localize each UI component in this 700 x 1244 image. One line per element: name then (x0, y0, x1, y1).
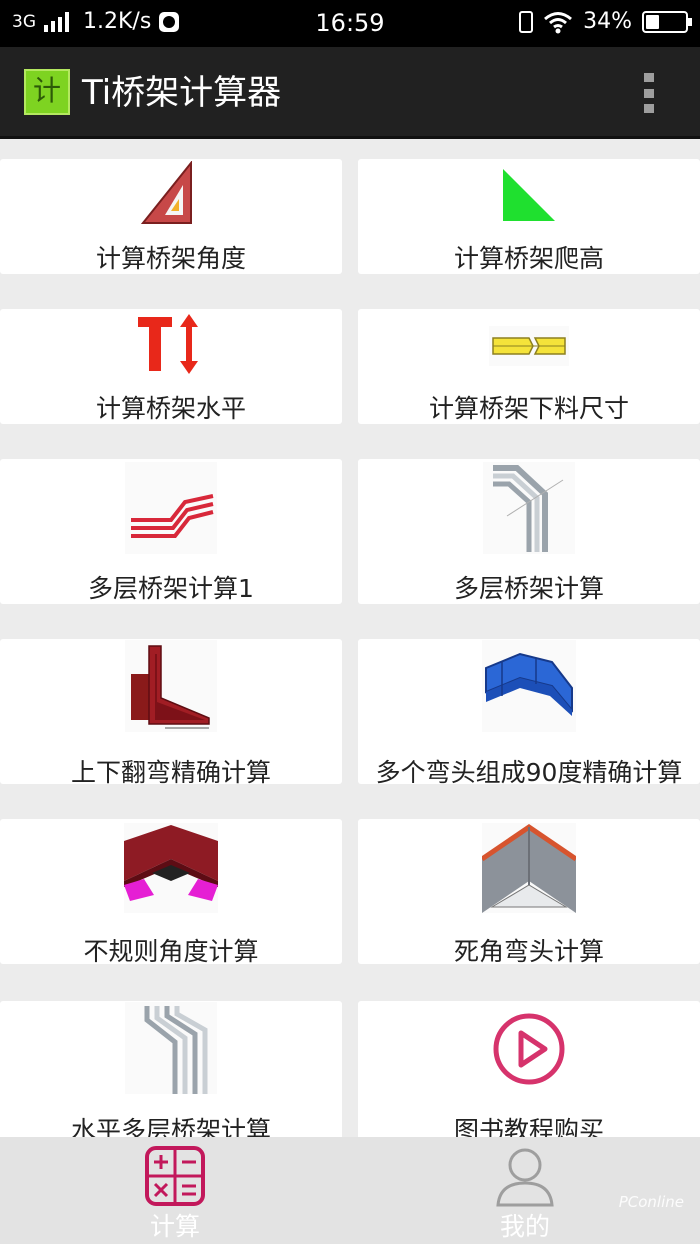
nav-label: 计算 (149, 1212, 200, 1241)
grid-item-label: 计算桥架爬高 (453, 244, 604, 273)
grid-item-label: 多层桥架计算 (453, 574, 604, 603)
battery-icon (642, 10, 692, 33)
gray-multilayer-icon (481, 461, 577, 555)
status-bar: 3G 1.2K/s 16:59 34% (0, 0, 700, 47)
grid-item-label: 计算桥架下料尺寸 (428, 394, 629, 423)
bottom-nav: 计算 我的 PConline (0, 1137, 700, 1244)
grid-item-label: 上下翻弯精确计算 (70, 758, 271, 787)
person-icon (496, 1148, 554, 1207)
grid-item-multilayer[interactable]: 多层桥架计算 (358, 459, 700, 604)
grid-item-label: 多层桥架计算1 (88, 574, 254, 603)
feature-grid: 计算桥架角度 计算桥架爬高 计算桥架水平 计算桥架下料尺寸 多层桥架计算1 多层… (0, 139, 700, 1137)
play-circle-icon (481, 1003, 577, 1095)
battery-percent: 34% (583, 9, 632, 34)
grid-item-dead-angle[interactable]: 死角弯头计算 (358, 819, 700, 966)
grid-item-bridge-cut-size[interactable]: 计算桥架下料尺寸 (358, 309, 700, 424)
grid-item-label: 死角弯头计算 (453, 937, 604, 966)
nav-item-calculate[interactable]: 计算 (0, 1137, 350, 1244)
red-vertical-bend-icon (123, 639, 219, 733)
grid-item-vertical-bend[interactable]: 上下翻弯精确计算 (0, 639, 342, 787)
triangle-ruler-icon (123, 159, 219, 227)
calculator-icon (145, 1146, 205, 1206)
battery-fill (646, 14, 659, 29)
grid-item-label: 计算桥架角度 (95, 244, 246, 273)
grid-item-label: 不规则角度计算 (83, 937, 259, 966)
more-vert-icon[interactable] (644, 73, 656, 113)
nav-label: 我的 (499, 1212, 550, 1241)
app-bar: 计 Ti桥架计算器 (0, 47, 700, 139)
t-arrow-icon (123, 311, 219, 377)
grid-item-irregular-angle[interactable]: 不规则角度计算 (0, 819, 342, 966)
grid-item-label: 多个弯头组成90度精确计算 (375, 758, 683, 787)
app-title: Ti桥架计算器 (82, 73, 282, 113)
grid-item-bridge-horizontal[interactable]: 计算桥架水平 (0, 309, 342, 424)
grid-item-horizontal-multilayer[interactable]: 水平多层桥架计算 (0, 1001, 342, 1137)
blue-elbow-icon (481, 639, 577, 733)
nav-item-mine[interactable]: 我的 (350, 1137, 700, 1244)
grid-item-label: 图书教程购买 (453, 1116, 604, 1137)
gray-dead-angle-icon (481, 821, 577, 915)
status-right: 34% (519, 9, 692, 34)
grid-item-elbow-90[interactable]: 多个弯头组成90度精确计算 (358, 639, 700, 787)
grid-item-label: 计算桥架水平 (95, 394, 246, 423)
grid-item-multilayer-1[interactable]: 多层桥架计算1 (0, 459, 342, 604)
grid-item-bridge-angle[interactable]: 计算桥架角度 (0, 159, 342, 274)
green-triangle-icon (481, 159, 577, 227)
watermark: PConline (618, 1193, 684, 1211)
red-irregular-angle-icon (123, 821, 219, 915)
grid-item-label: 水平多层桥架计算 (70, 1116, 271, 1137)
grid-item-book-purchase[interactable]: 图书教程购买 (358, 1001, 700, 1137)
grid-item-bridge-climb[interactable]: 计算桥架爬高 (358, 159, 700, 274)
gray-horizontal-multilayer-icon (123, 1001, 219, 1095)
yellow-cut-tray-icon (481, 313, 577, 379)
wifi-icon (544, 11, 573, 33)
vibrate-icon (519, 10, 534, 33)
red-multilayer-icon (123, 461, 219, 555)
app-logo-icon: 计 (24, 69, 70, 115)
screen: 3G 1.2K/s 16:59 34% 计 Ti桥架计算器 计算桥架角度 计算桥… (0, 0, 700, 1244)
